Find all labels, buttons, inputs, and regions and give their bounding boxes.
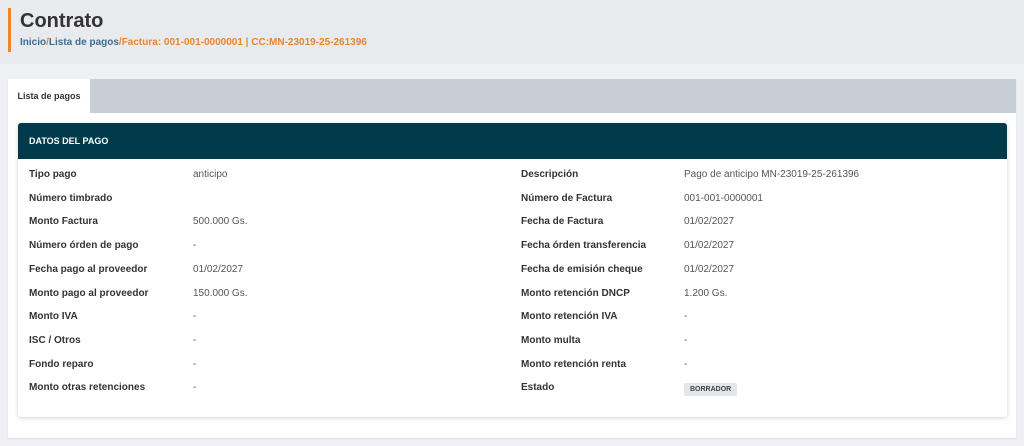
field-label: Descripción (521, 169, 579, 180)
detail-row-right: Monto retención renta - (18, 358, 1007, 372)
field-value: 001-001-0000001 (684, 192, 763, 204)
field-value: Pago de anticipo MN-23019-25-261396 (684, 169, 860, 180)
field-value: 01/02/2027 (684, 216, 735, 228)
header-accent-bar (8, 8, 11, 52)
page-header: Contrato Inicio/Lista de pagos/Factura: … (0, 0, 1024, 64)
breadcrumb-current: Factura: 001-001-0000001 | CC:MN-23019-2… (121, 37, 367, 48)
field-value: 01/02/2027 (684, 263, 735, 275)
payment-details-card: DATOS DEL PAGO Tipo pago anticipo Número t… (18, 123, 1007, 417)
field-value: - (684, 358, 688, 370)
status-badge: BORRADOR (684, 383, 738, 397)
detail-row-right: Estado BORRADOR (18, 381, 1007, 397)
detail-row-right: Monto retención IVA - (18, 310, 1007, 324)
detail-row-right: Fecha de Factura 01/02/2027 (18, 215, 1007, 229)
field-label: Monto multa (521, 334, 581, 346)
field-label: Fecha órden transferencia (521, 240, 647, 252)
field-label: Monto retención renta (521, 358, 627, 370)
breadcrumb-home-link[interactable]: Inicio (20, 37, 46, 48)
card-title: DATOS DEL PAGO (18, 123, 1007, 159)
detail-row-right: Número de Factura 001-001-0000001 (18, 192, 1007, 206)
field-label: Número de Factura (521, 192, 613, 204)
detail-row-right: Fecha órden transferencia 01/02/2027 (18, 239, 1007, 253)
field-label: Fecha de emisión cheque (521, 263, 643, 275)
field-value: 01/02/2027 (684, 240, 735, 252)
detail-row-right: Monto multa - (18, 334, 1007, 348)
breadcrumb: Inicio/Lista de pagos/Factura: 001-001-0… (20, 37, 367, 48)
field-label: Estado (521, 382, 555, 394)
content-panel: Lista de pagos DATOS DEL PAGO Tipo pago a… (8, 79, 1016, 438)
detail-row-right: Fecha de emisión cheque 01/02/2027 (18, 263, 1007, 277)
page-title: Contrato (20, 10, 104, 32)
tab-lista-de-pagos[interactable]: Lista de pagos (8, 79, 90, 113)
field-value: - (684, 334, 688, 346)
tab-bar: Lista de pagos (8, 79, 1016, 113)
breadcrumb-list-link[interactable]: Lista de pagos (49, 37, 119, 48)
detail-row-right: Descripción Pago de anticipo MN-23019-25-… (18, 168, 1007, 182)
status-badge-wrap: BORRADOR (684, 382, 738, 397)
field-label: Monto retención IVA (521, 311, 618, 323)
field-label: Fecha de Factura (521, 216, 604, 228)
field-label: Monto retención DNCP (521, 287, 630, 299)
detail-row-right: Monto retención DNCP 1.200 Gs. (18, 287, 1007, 301)
field-value: - (684, 311, 688, 323)
field-value: 1.200 Gs. (684, 287, 728, 299)
